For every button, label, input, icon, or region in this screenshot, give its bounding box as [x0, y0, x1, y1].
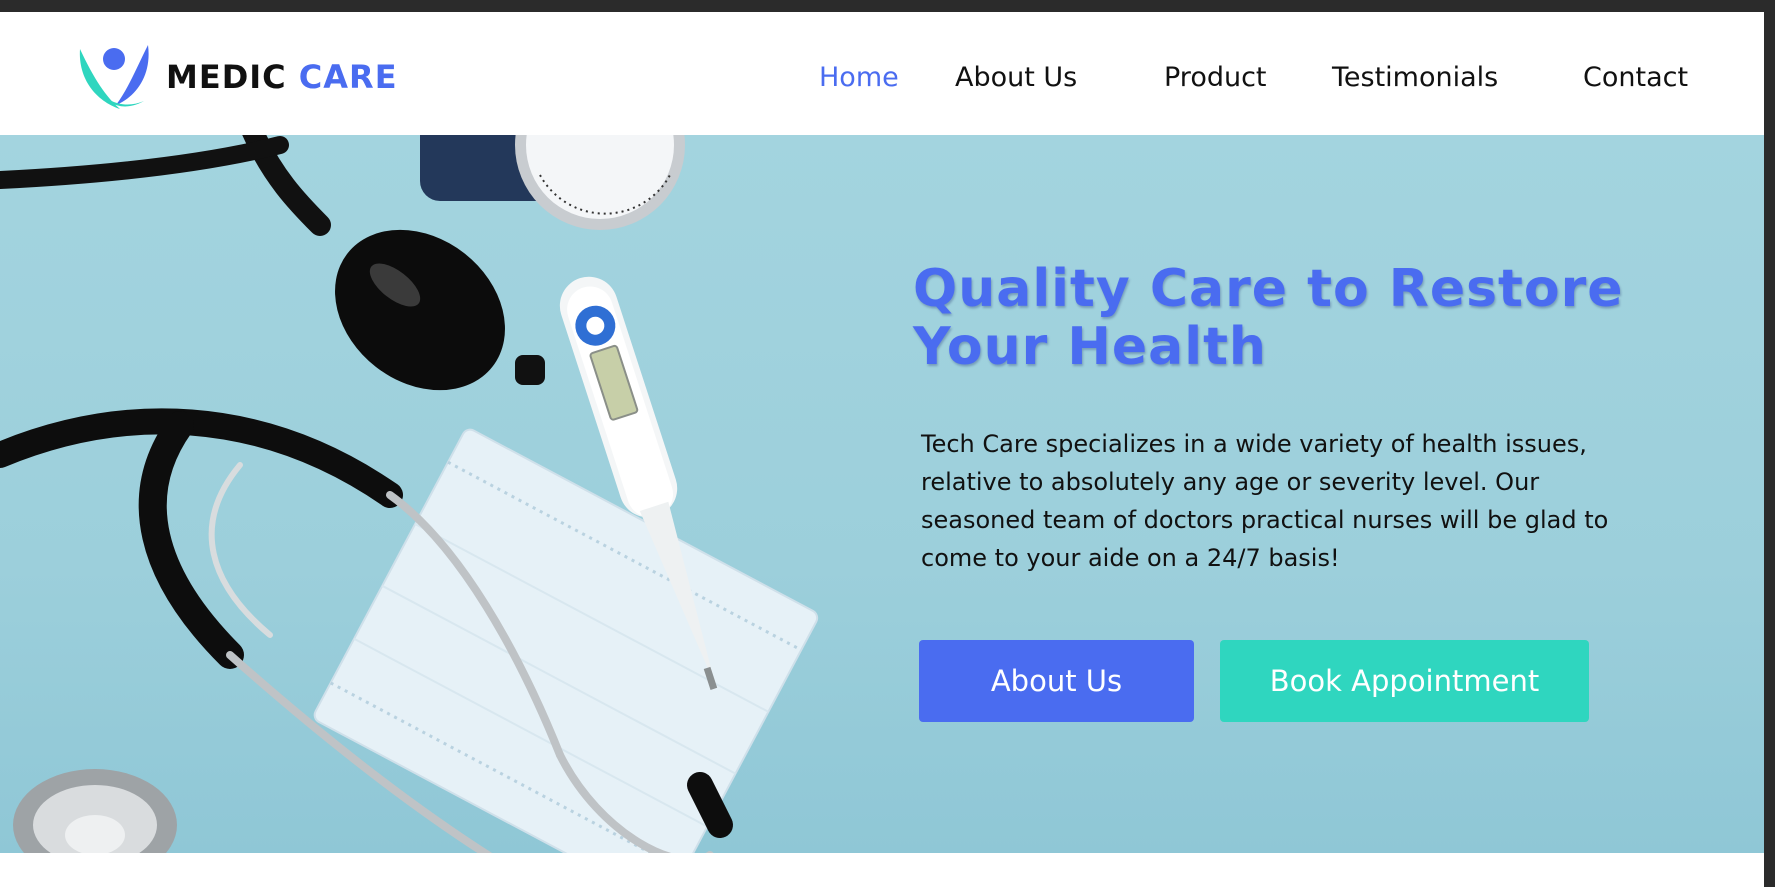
- hero-photo-image: [0, 135, 819, 853]
- window-edge: [1764, 0, 1775, 887]
- hero-title: Quality Care to Restore Your Health: [913, 259, 1624, 377]
- pressure-gauge-image: [420, 135, 685, 230]
- book-appointment-button[interactable]: Book Appointment: [1220, 640, 1589, 722]
- hero-section: Quality Care to Restore Your Health Tech…: [0, 135, 1764, 853]
- hero-description: Tech Care specializes in a wide variety …: [921, 430, 1609, 572]
- site-header: MEDIC CARE Home About Us Product Testimo…: [0, 12, 1764, 135]
- nav-home-link[interactable]: Home: [819, 62, 899, 93]
- person-leaf-logo-icon: [76, 39, 152, 115]
- nav-contact-link[interactable]: Contact: [1583, 62, 1688, 93]
- page: MEDIC CARE Home About Us Product Testimo…: [0, 12, 1764, 887]
- nav-product-link[interactable]: Product: [1164, 62, 1267, 93]
- chest-piece-image: [13, 769, 177, 853]
- brand-logo[interactable]: MEDIC CARE: [76, 39, 398, 115]
- about-us-button[interactable]: About Us: [919, 640, 1194, 722]
- page-bottom-strip: [0, 853, 1764, 887]
- brand-name: MEDIC CARE: [166, 58, 398, 96]
- nav-about-link[interactable]: About Us: [955, 62, 1077, 93]
- nav-testimonials-link[interactable]: Testimonials: [1332, 62, 1498, 93]
